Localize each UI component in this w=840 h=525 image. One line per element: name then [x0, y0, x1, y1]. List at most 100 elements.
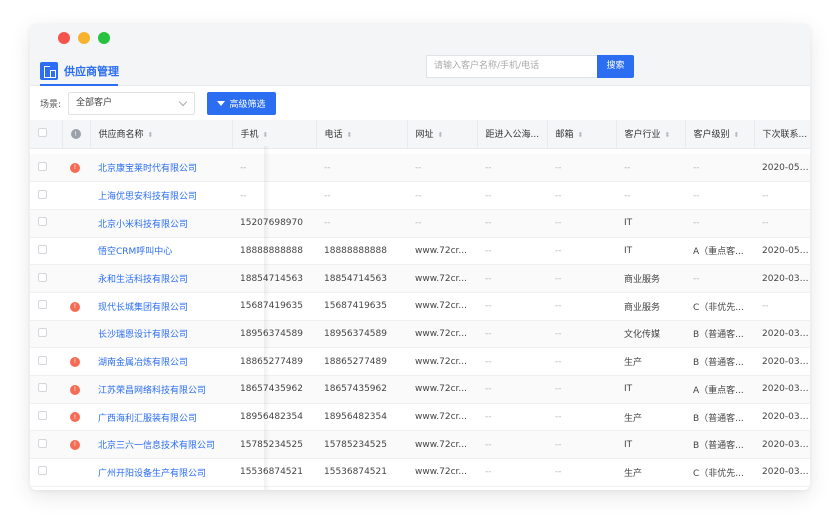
- advanced-filter-label: 高级筛选: [229, 100, 266, 110]
- supplier-name-cell[interactable]: 北京三六一信息技术有限公司: [90, 430, 232, 460]
- level-cell: C（非优先...: [685, 292, 754, 321]
- row-checkbox[interactable]: [38, 300, 47, 310]
- table-row[interactable]: ! 现代长城集团有限公司 15687419635 15687419635 www.72c…: [30, 292, 810, 321]
- sort-icon[interactable]: ⬍: [263, 131, 269, 139]
- row-checkbox[interactable]: [38, 189, 47, 199]
- close-window-button[interactable]: [58, 32, 70, 44]
- table-row[interactable]: 北京小米科技有限公司 15207698970 -- -- -- -- IT -- --: [30, 209, 810, 238]
- mobile-cell: 18956482354: [232, 403, 316, 432]
- column-header-level[interactable]: 客户级别 ⬍: [685, 120, 755, 149]
- row-select-cell: [30, 292, 62, 321]
- mobile-cell: 18888888888: [232, 237, 316, 266]
- advanced-filter-button[interactable]: 高级筛选: [207, 92, 276, 115]
- next-contact-cell: 2020-03-0...: [754, 403, 810, 432]
- table-row[interactable]: ! 北京三六一信息技术有限公司 15785234525 15785234525 www.…: [30, 430, 810, 460]
- row-checkbox[interactable]: [38, 438, 47, 448]
- column-header-name[interactable]: 供应商名称 ⬍: [90, 120, 233, 149]
- sort-icon[interactable]: ⬍: [148, 131, 154, 139]
- row-checkbox[interactable]: [38, 466, 47, 476]
- email-cell: --: [547, 154, 616, 183]
- supplier-name-cell[interactable]: 现代长城集团有限公司: [90, 292, 232, 321]
- row-select-cell: [30, 154, 62, 183]
- sort-icon[interactable]: ⬍: [665, 131, 671, 139]
- row-select-cell: [30, 375, 62, 404]
- next-contact-cell: 2020-03-1...: [754, 430, 810, 460]
- row-status-cell: [62, 209, 90, 238]
- row-select-cell: [30, 403, 62, 432]
- row-select-cell: [30, 458, 62, 487]
- row-status-cell: !: [62, 292, 90, 321]
- column-header-website[interactable]: 网址 ⬍: [407, 120, 478, 149]
- row-checkbox[interactable]: [38, 217, 47, 227]
- table-row[interactable]: 广州开阳设备生产有限公司 15536874521 15536874521 www.72…: [30, 458, 810, 487]
- level-cell: B（普通客...: [685, 347, 754, 376]
- table-row[interactable]: !北京康宝莱时代有限公司--------------2020-05-2...: [30, 154, 810, 183]
- days-to-pool-cell: --: [477, 292, 547, 321]
- days-to-pool-cell: --: [477, 430, 547, 460]
- search-input[interactable]: 请输入客户名称/手机/电话: [426, 55, 598, 78]
- table-row[interactable]: ! 江苏荣昌网络科技有限公司 18657435962 18657435962 www.7…: [30, 375, 810, 404]
- supplier-name-cell[interactable]: 永和生活科技有限公司: [90, 264, 232, 293]
- column-header-email[interactable]: 邮箱 ⬍: [547, 120, 617, 149]
- select-all-cell: [30, 120, 63, 149]
- mobile-cell: 15207698970: [232, 209, 316, 238]
- column-header-industry[interactable]: 客户行业 ⬍: [616, 120, 686, 149]
- level-cell: A（重点客...: [685, 237, 754, 266]
- search-button[interactable]: 搜索: [597, 55, 634, 78]
- row-checkbox[interactable]: [38, 161, 47, 171]
- mobile-cell: 18956374589: [232, 320, 316, 349]
- column-header-days-to-pool[interactable]: 距进入公海...: [477, 120, 548, 149]
- supplier-name-cell[interactable]: 北京小米科技有限公司: [90, 209, 232, 238]
- filter-toolbar: 场景: 全部客户 高级筛选: [30, 86, 810, 120]
- sort-icon[interactable]: ⬍: [578, 131, 584, 139]
- column-header-mobile[interactable]: 手机 ⬍: [232, 120, 317, 149]
- table-row[interactable]: ! 广西海利汇服装有限公司 18956482354 18956482354 www.72…: [30, 403, 810, 432]
- email-cell: --: [547, 264, 616, 293]
- table-row[interactable]: 长沙瑞恩设计有限公司 18956374589 18956374589 www.72cr…: [30, 320, 810, 349]
- next-contact-cell: 2020-03-0...: [754, 347, 810, 376]
- supplier-name-cell[interactable]: 长沙瑞恩设计有限公司: [90, 320, 232, 349]
- app-window: 供应商管理 请输入客户名称/手机/电话 搜索 场景: 全部客户 高级筛选 ! 供…: [30, 24, 810, 490]
- website-cell: www.72cr...: [407, 375, 477, 404]
- supplier-name-cell[interactable]: 悟空CRM呼叫中心: [90, 237, 232, 266]
- next-contact-cell: 2020-03-1...: [754, 458, 810, 487]
- tab-supplier-management[interactable]: 供应商管理: [40, 56, 119, 86]
- row-select-cell: [30, 320, 62, 349]
- select-all-checkbox[interactable]: [38, 127, 47, 137]
- row-checkbox[interactable]: [38, 272, 47, 282]
- row-checkbox[interactable]: [38, 411, 47, 421]
- scene-select[interactable]: 全部客户: [68, 92, 195, 115]
- row-checkbox[interactable]: [38, 244, 47, 254]
- row-status-cell: !: [62, 347, 90, 376]
- column-header-phone[interactable]: 电话 ⬍: [316, 120, 408, 149]
- table-row[interactable]: 上海优思安科技有限公司 -- -- -- -- -- -- -- --: [30, 181, 810, 210]
- supplier-name-cell[interactable]: 上海优思安科技有限公司: [90, 181, 232, 210]
- industry-cell: 文化传媒: [616, 320, 685, 349]
- mobile-cell: 18657435962: [232, 375, 316, 404]
- column-header-next-contact[interactable]: 下次联系...: [754, 120, 810, 149]
- table-row[interactable]: 悟空CRM呼叫中心 18888888888 18888888888 www.72cr.…: [30, 237, 810, 266]
- row-checkbox[interactable]: [38, 327, 47, 337]
- industry-cell: IT: [616, 237, 685, 266]
- supplier-name-cell[interactable]: 湖南金属冶炼有限公司: [90, 347, 232, 376]
- table-row[interactable]: ! 湖南金属冶炼有限公司 18865277489 18865277489 www.72c…: [30, 347, 810, 376]
- supplier-name-cell[interactable]: 江苏荣昌网络科技有限公司: [90, 375, 232, 404]
- minimize-window-button[interactable]: [78, 32, 90, 44]
- alert-badge-icon: !: [70, 412, 80, 423]
- sort-icon[interactable]: ⬍: [347, 131, 353, 139]
- sort-icon[interactable]: ⬍: [438, 131, 444, 139]
- phone-cell: 15536874521: [316, 458, 407, 487]
- website-cell: www.72cr...: [407, 458, 477, 487]
- supplier-name-cell[interactable]: 广西海利汇服装有限公司: [90, 403, 232, 432]
- mobile-cell: 18854714563: [232, 264, 316, 293]
- row-checkbox[interactable]: [38, 355, 47, 365]
- supplier-table: ! 供应商名称 ⬍ 手机 ⬍ 电话 ⬍ 网址 ⬍ 距进入公海... 邮箱 ⬍ 客户行业 ⬍ …: [30, 120, 810, 487]
- level-cell: --: [685, 209, 754, 238]
- table-row[interactable]: 永和生活科技有限公司 18854714563 18854714563 www.72cr…: [30, 264, 810, 293]
- row-checkbox[interactable]: [38, 383, 47, 393]
- maximize-window-button[interactable]: [98, 32, 110, 44]
- sort-icon[interactable]: ⬍: [734, 131, 740, 139]
- industry-cell: 生产: [616, 347, 685, 376]
- supplier-name-cell[interactable]: 北京康宝莱时代有限公司: [90, 154, 232, 183]
- supplier-name-cell[interactable]: 广州开阳设备生产有限公司: [90, 458, 232, 487]
